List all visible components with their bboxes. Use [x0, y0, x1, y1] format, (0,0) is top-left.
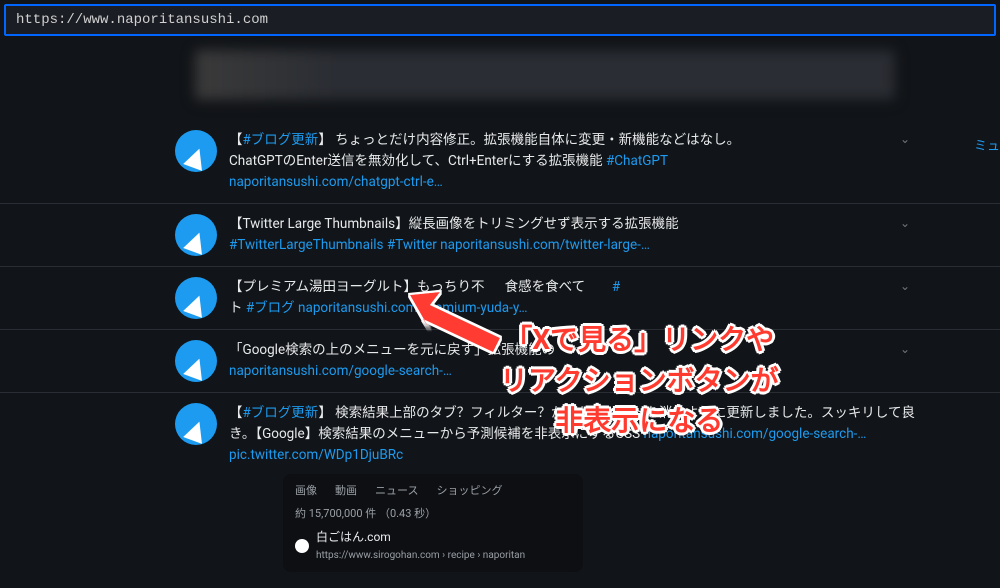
tweet-body: 「Google検索の上のメニューを元に戻す」拡張機能の naporitansus…	[229, 340, 940, 382]
tweet-body: 【#ブログ更新】 ちょっとだけ内容修正。拡張機能自体に変更・新機能などはなし。 …	[229, 130, 940, 193]
tweet-link[interactable]: naporitansushi.com/google-search-…	[644, 426, 867, 442]
avatar[interactable]	[175, 340, 217, 382]
tweet-link[interactable]: naporitansushi.com/chatgpt-ctrl-e…	[229, 174, 443, 190]
hashtag[interactable]: #TwitterLargeThumbnails #Twitter	[229, 237, 437, 253]
tweet-body: 【#ブログ更新】 検索結果上部のタブ？フィルター？からサジェストを消すように更新…	[229, 403, 940, 572]
hashtag[interactable]: #ブログ更新	[243, 405, 319, 421]
tweet-link[interactable]: naporitansushi.com/twitter-large-…	[440, 237, 650, 253]
chevron-down-icon[interactable]: ⌄	[900, 342, 910, 356]
chevron-down-icon[interactable]: ⌄	[900, 279, 910, 293]
blurred-header	[195, 50, 895, 100]
site-favicon-icon	[295, 539, 309, 553]
avatar[interactable]	[175, 403, 217, 445]
embed-tabs: 画像 動画 ニュース ショッピング	[295, 482, 571, 499]
avatar[interactable]	[175, 214, 217, 256]
embed-stats: 約 15,700,000 件 （0.43 秒）	[295, 505, 571, 522]
embed-result[interactable]: 白ごはん.com https://www.sirogohan.com › rec…	[295, 528, 571, 565]
tweet-body: 【Twitter Large Thumbnails】縦長画像をトリミングせず表示…	[229, 214, 940, 256]
chevron-down-icon[interactable]: ⌄	[900, 405, 910, 419]
chevron-down-icon[interactable]: ⌄	[900, 132, 910, 146]
annotation-arrow-icon	[405, 290, 515, 360]
tweet-item[interactable]: 【Twitter Large Thumbnails】縦長画像をトリミングせず表示…	[0, 204, 1000, 267]
chevron-down-icon[interactable]: ⌄	[900, 216, 910, 230]
main-content: ミュ 【#ブログ更新】 ちょっとだけ内容修正。拡張機能自体に変更・新機能などはな…	[0, 40, 1000, 582]
hashtag[interactable]: #ブログ更新	[243, 132, 319, 148]
embedded-preview[interactable]: 画像 動画 ニュース ショッピング 約 15,700,000 件 （0.43 秒…	[283, 474, 583, 573]
tweet-link[interactable]: naporitansushi.com/google-search-…	[229, 363, 452, 379]
url-bar[interactable]: https://www.naporitansushi.com	[4, 4, 996, 36]
hashtag[interactable]: #ブログ	[246, 300, 295, 316]
tweet-item[interactable]: 【#ブログ更新】 検索結果上部のタブ？フィルター？からサジェストを消すように更新…	[0, 393, 1000, 582]
avatar[interactable]	[175, 130, 217, 172]
tweet-body: 【プレミアム湯田ヨーグルト】もっちり不 食感を食べて # ト #ブログ napo…	[229, 277, 940, 319]
tweet-item[interactable]: 【#ブログ更新】 ちょっとだけ内容修正。拡張機能自体に変更・新機能などはなし。 …	[0, 120, 1000, 204]
pic-link[interactable]: pic.twitter.com/WDp1DjuBRc	[229, 447, 403, 463]
hashtag[interactable]: #ChatGPT	[606, 153, 668, 169]
avatar[interactable]	[175, 277, 217, 319]
url-text: https://www.naporitansushi.com	[16, 12, 268, 28]
